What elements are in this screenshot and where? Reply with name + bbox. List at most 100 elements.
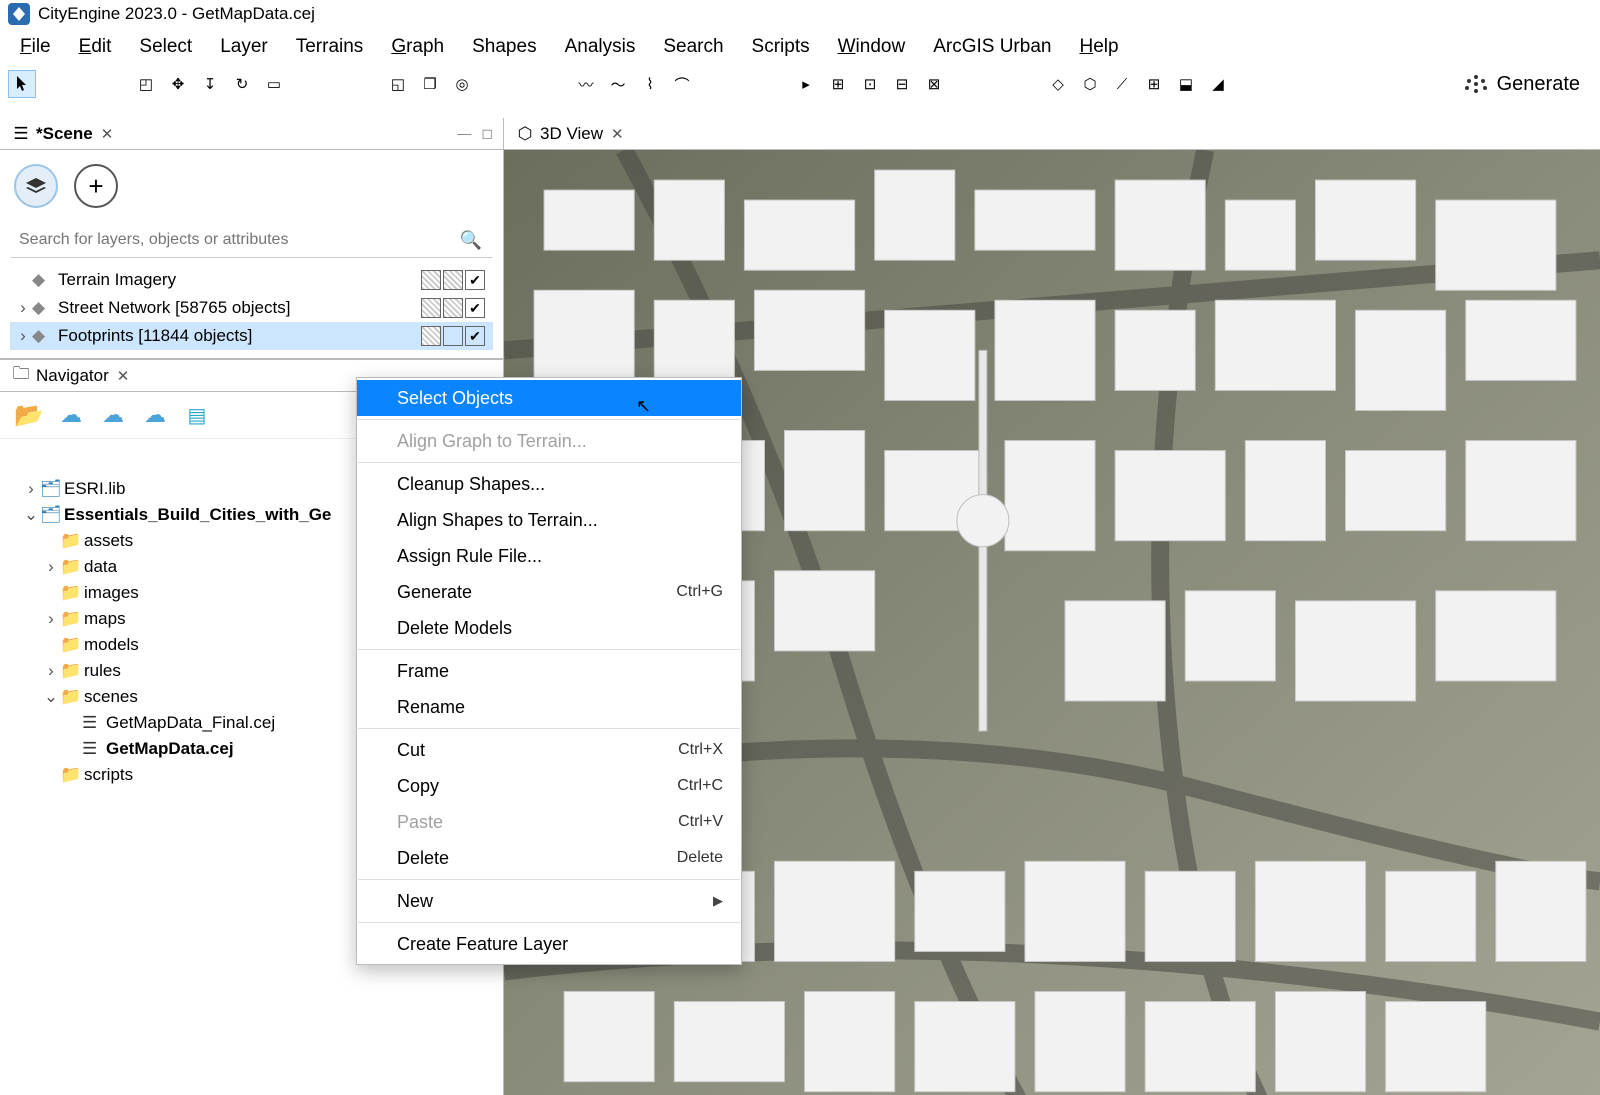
layer-check-1[interactable] (443, 326, 463, 346)
ctx-label: Cleanup Shapes... (397, 474, 723, 495)
menu-file[interactable]: File (6, 32, 65, 62)
expand-icon[interactable]: ⌄ (42, 687, 60, 707)
navigator-filter-input[interactable] (8, 448, 388, 463)
tool-move-cube-icon[interactable]: ◰ (132, 70, 160, 98)
tool-shape4-icon[interactable]: ⊞ (1140, 70, 1168, 98)
ctx-item-generate[interactable]: GenerateCtrl+G (357, 574, 741, 610)
menu-analysis[interactable]: Analysis (551, 32, 650, 62)
tool-shape6-icon[interactable]: ◢ (1204, 70, 1232, 98)
folder-icon: 📁 (60, 531, 80, 551)
scene-search-input[interactable] (15, 227, 454, 253)
tree-label: GetMapData_Final.cej (106, 713, 275, 733)
expand-icon[interactable]: › (42, 661, 60, 681)
layer-check-1[interactable] (443, 298, 463, 318)
navigator-tab[interactable]: 🗀 Navigator ✕ (4, 362, 137, 390)
tool-shape2-icon[interactable]: ⬡ (1076, 70, 1104, 98)
menu-terrains[interactable]: Terrains (282, 32, 378, 62)
tool-shape3-icon[interactable]: ⟋ (1108, 70, 1136, 98)
expand-icon[interactable]: › (42, 557, 60, 577)
tool-nav5-icon[interactable]: ⊠ (920, 70, 948, 98)
layers-button[interactable] (14, 164, 58, 208)
expand-icon[interactable]: › (42, 609, 60, 629)
view3d-tab-label: 3D View (540, 124, 603, 144)
close-icon[interactable]: ✕ (101, 125, 114, 143)
ctx-item-delete[interactable]: DeleteDelete (357, 840, 741, 876)
close-icon[interactable]: ✕ (611, 125, 624, 143)
menu-window[interactable]: Window (824, 32, 920, 62)
menu-search[interactable]: Search (649, 32, 737, 62)
tool-nav4-icon[interactable]: ⊟ (888, 70, 916, 98)
generate-button[interactable]: Generate (1463, 73, 1592, 96)
ctx-label: Create Feature Layer (397, 934, 723, 955)
tool-curve4-icon[interactable]: ⌒ (668, 70, 696, 98)
nav-open-icon[interactable]: 📂 (14, 400, 44, 430)
search-icon[interactable]: 🔍 (454, 230, 488, 251)
ctx-item-cut[interactable]: CutCtrl+X (357, 732, 741, 768)
nav-db-icon[interactable]: ▤ (182, 400, 212, 430)
layer-row-1[interactable]: ›◆Street Network [58765 objects]✔ (10, 294, 493, 322)
tool-nav3-icon[interactable]: ⊡ (856, 70, 884, 98)
menu-help[interactable]: Help (1065, 32, 1132, 62)
ctx-item-rename[interactable]: Rename (357, 689, 741, 725)
tool-rect-icon[interactable]: ▭ (260, 70, 288, 98)
tool-globe-icon[interactable]: ◎ (448, 70, 476, 98)
ctx-item-create-feature-layer[interactable]: Create Feature Layer (357, 926, 741, 962)
menu-arcgis-urban[interactable]: ArcGIS Urban (919, 32, 1065, 62)
tool-curve1-icon[interactable]: 〰 (572, 70, 600, 98)
tree-label: scenes (84, 687, 138, 707)
ctx-item-select-objects[interactable]: Select Objects (357, 380, 741, 416)
menu-shapes[interactable]: Shapes (458, 32, 550, 62)
select-tool[interactable] (8, 70, 36, 98)
tool-nav2-icon[interactable]: ⊞ (824, 70, 852, 98)
tool-cube2-icon[interactable]: ◱ (384, 70, 412, 98)
layer-check-0[interactable] (421, 298, 441, 318)
expand-icon[interactable]: › (14, 298, 32, 318)
minimize-icon[interactable]: — (457, 125, 471, 142)
menu-select[interactable]: Select (125, 32, 206, 62)
ctx-item-copy[interactable]: CopyCtrl+C (357, 768, 741, 804)
view3d-tab[interactable]: ⬡ 3D View ✕ (508, 120, 632, 148)
layer-check-0[interactable] (421, 270, 441, 290)
ctx-item-new[interactable]: New▶ (357, 883, 741, 919)
layer-check-2[interactable]: ✔ (465, 326, 485, 346)
expand-icon[interactable]: ⌄ (22, 505, 40, 525)
layer-check-2[interactable]: ✔ (465, 298, 485, 318)
scene-tab[interactable]: ☰ *Scene ✕ (4, 120, 121, 148)
tool-nav1-icon[interactable]: ▸ (792, 70, 820, 98)
add-button[interactable]: + (74, 164, 118, 208)
tool-shape1-icon[interactable]: ◇ (1044, 70, 1072, 98)
ctx-item-delete-models[interactable]: Delete Models (357, 610, 741, 646)
tool-pan-icon[interactable]: ✥ (164, 70, 192, 98)
tree-label: maps (84, 609, 126, 629)
close-icon[interactable]: ✕ (117, 367, 130, 385)
menu-graph[interactable]: Graph (377, 32, 458, 62)
menu-layer[interactable]: Layer (206, 32, 282, 62)
layer-row-2[interactable]: ›◆Footprints [11844 objects]✔ (10, 322, 493, 350)
tool-stack-icon[interactable]: ❐ (416, 70, 444, 98)
ctx-item-assign-rule-file-[interactable]: Assign Rule File... (357, 538, 741, 574)
menu-edit[interactable]: Edit (65, 32, 126, 62)
navigator-tab-label: Navigator (36, 366, 109, 386)
tree-label: models (84, 635, 139, 655)
tool-down-icon[interactable]: ↧ (196, 70, 224, 98)
ctx-item-cleanup-shapes-[interactable]: Cleanup Shapes... (357, 466, 741, 502)
layer-label: Street Network [58765 objects] (58, 298, 421, 318)
tool-rotate-icon[interactable]: ↻ (228, 70, 256, 98)
layer-check-2[interactable]: ✔ (465, 270, 485, 290)
ctx-item-align-shapes-to-terrain-[interactable]: Align Shapes to Terrain... (357, 502, 741, 538)
proj-icon: 🗂 (40, 479, 60, 499)
menu-scripts[interactable]: Scripts (738, 32, 824, 62)
layer-row-0[interactable]: ◆Terrain Imagery✔ (10, 266, 493, 294)
maximize-icon[interactable]: ◻ (481, 125, 493, 142)
tool-curve3-icon[interactable]: ⌇ (636, 70, 664, 98)
nav-cloud-share-icon[interactable]: ☁ (98, 400, 128, 430)
nav-cloud-icon[interactable]: ☁ (140, 400, 170, 430)
nav-cloud-user-icon[interactable]: ☁ (56, 400, 86, 430)
tool-curve2-icon[interactable]: 〜 (604, 70, 632, 98)
expand-icon[interactable]: › (22, 479, 40, 499)
layer-check-1[interactable] (443, 270, 463, 290)
layer-check-0[interactable] (421, 326, 441, 346)
expand-icon[interactable]: › (14, 326, 32, 346)
ctx-item-frame[interactable]: Frame (357, 653, 741, 689)
tool-shape5-icon[interactable]: ⬓ (1172, 70, 1200, 98)
